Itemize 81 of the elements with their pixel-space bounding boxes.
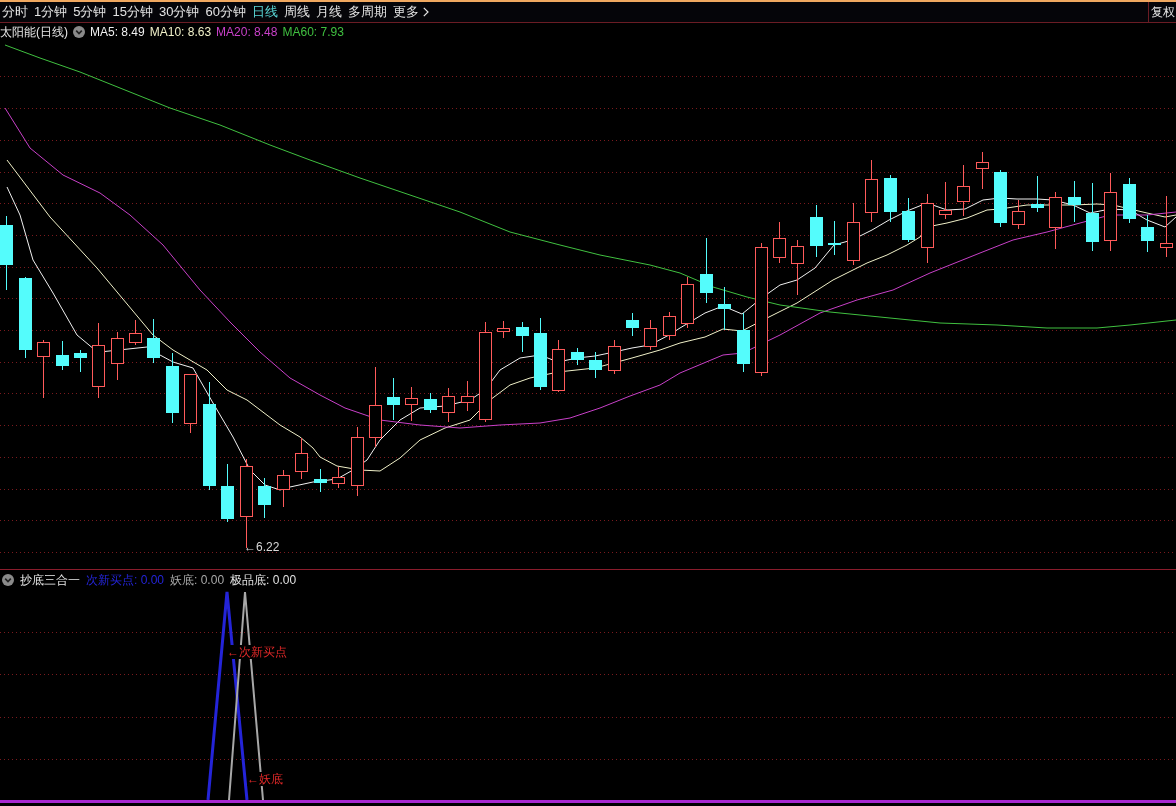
candle (387, 377, 400, 421)
candle (332, 466, 345, 489)
candle (663, 311, 676, 341)
candle (221, 463, 234, 523)
candle (295, 437, 308, 480)
candle (516, 321, 529, 353)
candle (184, 373, 197, 434)
candle (314, 468, 327, 493)
candle (976, 151, 989, 190)
candle (424, 392, 437, 414)
candle (644, 319, 657, 351)
candle (865, 159, 878, 223)
candle (718, 286, 731, 331)
moving-average-value: MA10: 8.63 (149, 24, 212, 40)
candle (773, 221, 786, 264)
candle (166, 352, 179, 424)
candle (884, 174, 897, 223)
period-tab[interactable]: 1分钟 (31, 2, 71, 22)
period-tab[interactable]: 月线 (312, 2, 345, 22)
candle (1086, 182, 1099, 252)
candle (847, 202, 860, 266)
candle (37, 339, 50, 399)
candle (700, 237, 713, 304)
candle (56, 340, 69, 371)
candle (681, 276, 694, 329)
indicator-value: 极品底: 0.00 (230, 572, 297, 588)
candle (442, 387, 455, 423)
candle (626, 312, 639, 337)
candle (1141, 214, 1154, 253)
moving-average-value: MA5: 8.49 (90, 24, 145, 40)
candle (497, 320, 510, 339)
candle (571, 347, 584, 366)
candle (791, 239, 804, 296)
signal-annotation: ←次新买点 (227, 645, 287, 659)
signal-annotation: ←妖底 (247, 772, 283, 786)
period-tab[interactable]: 60分钟 (202, 2, 249, 22)
moving-average-value: MA20: 8.48 (216, 24, 278, 40)
candle (1012, 199, 1025, 230)
candle (277, 469, 290, 508)
candle (939, 181, 952, 220)
candle (461, 380, 474, 412)
candle (828, 220, 841, 256)
indicator-value: 妖底: 0.00 (170, 572, 225, 588)
price-adjust-button[interactable]: 复权 (1148, 2, 1176, 22)
period-tab[interactable]: 分时 (0, 2, 31, 22)
indicator-title: 抄底三合一 (20, 572, 80, 588)
candle (957, 164, 970, 217)
candle (405, 386, 418, 422)
chevron-right-icon (422, 7, 429, 17)
candle (129, 319, 142, 346)
low-price-label: ←6.22 (244, 540, 280, 554)
candle (1049, 191, 1062, 250)
period-tab[interactable]: 30分钟 (155, 2, 203, 22)
candle (608, 339, 621, 375)
period-tab[interactable]: 多周期 (344, 2, 390, 22)
candle (74, 349, 87, 373)
candle (111, 331, 124, 381)
indicator-value: 次新买点: 0.00 (86, 572, 165, 588)
candle (921, 193, 934, 264)
candle (147, 318, 160, 364)
candle (589, 351, 602, 379)
candle (1160, 195, 1173, 258)
candle (1068, 180, 1081, 223)
period-tab[interactable]: 周线 (280, 2, 313, 22)
candle (737, 312, 750, 373)
period-tab[interactable]: 15分钟 (109, 2, 156, 22)
candle (351, 426, 364, 497)
candle (994, 169, 1007, 228)
more-menu-tab[interactable]: 更多 (389, 2, 432, 22)
candle (1031, 175, 1044, 213)
dropdown-icon[interactable] (73, 26, 85, 38)
candle (552, 339, 565, 393)
candle (1123, 177, 1136, 224)
chart-title: 太阳能(日线) (0, 24, 68, 40)
candle (810, 204, 823, 258)
candle (258, 477, 271, 519)
dropdown-icon[interactable] (2, 574, 14, 586)
candle (902, 197, 915, 243)
period-tab[interactable]: 5分钟 (70, 2, 110, 22)
moving-average-value: MA60: 7.93 (282, 24, 344, 40)
period-tab[interactable]: 日线 (248, 2, 281, 22)
